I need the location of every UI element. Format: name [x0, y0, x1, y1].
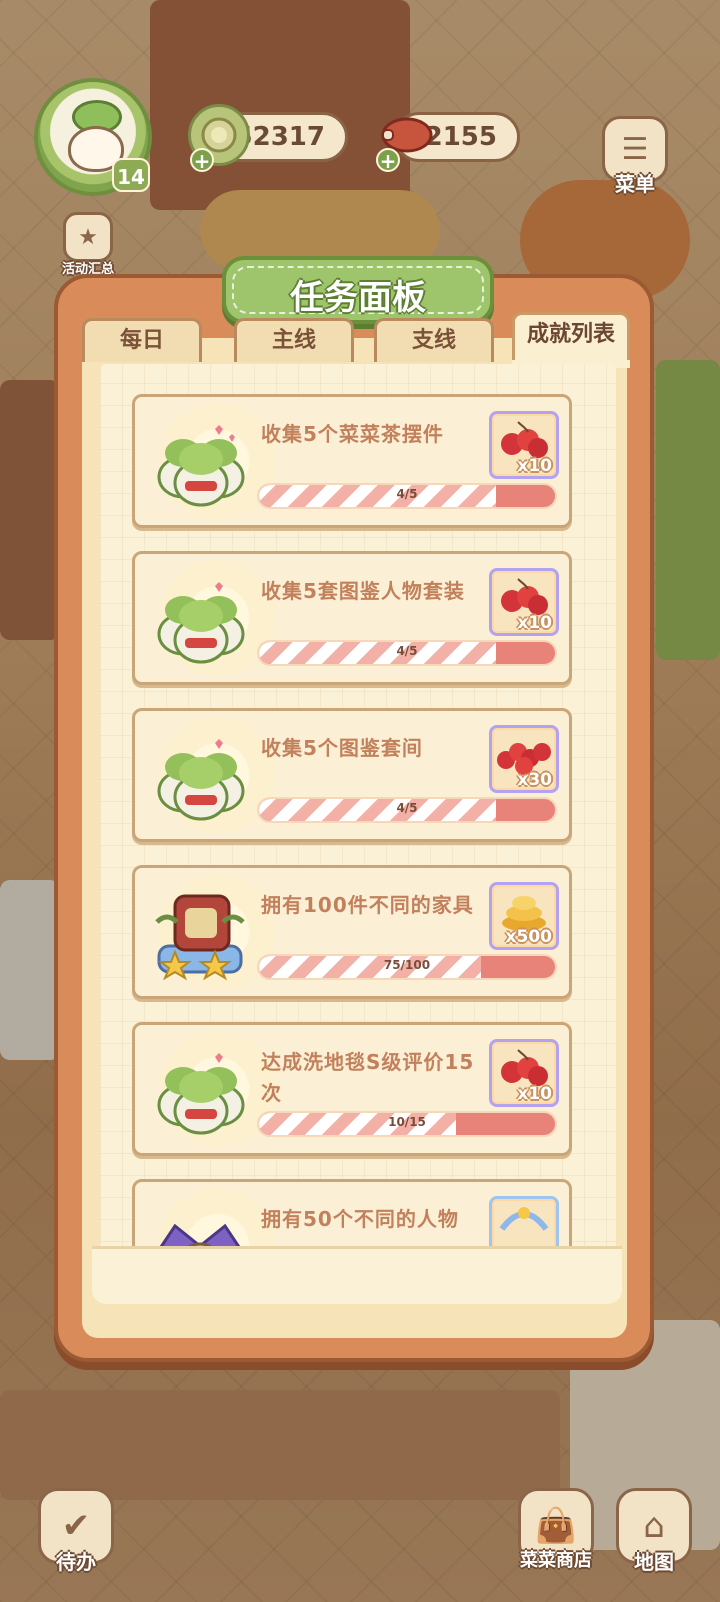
reward-count: x500 — [505, 927, 552, 947]
furniture-icon — [155, 894, 245, 981]
task-title: 收集5个菜菜茶摆件 — [261, 422, 444, 446]
reward-slot[interactable]: x500 — [489, 882, 559, 950]
add-coins-button[interactable]: + — [190, 148, 214, 172]
progress-text: 75/100 — [383, 958, 431, 972]
reward-slot[interactable]: x10 — [489, 1039, 559, 1107]
progress-bar: 75/100 — [257, 954, 557, 980]
shop-label: 菜菜商店 — [520, 1550, 592, 1571]
sprout-group-icon — [157, 1053, 245, 1135]
task-card: 拥有100件不同的家具 x500 75/100 — [132, 865, 572, 999]
task-title: 收集5个图鉴套间 — [261, 736, 423, 760]
task-list-scroll[interactable]: 收集5个菜菜茶摆件 x10 4/5 收集5套图鉴人物套装 x10 4/5 收集5… — [100, 364, 616, 1264]
map-label: 地图 — [634, 1550, 674, 1574]
panel-title-plate: 任务面板 — [222, 256, 494, 324]
menu-label: 菜单 — [615, 172, 655, 196]
sprout-group-icon — [157, 582, 245, 664]
reward-count: x10 — [517, 456, 552, 476]
task-title: 收集5套图鉴人物套装 — [261, 579, 465, 603]
progress-bar: 10/15 — [257, 1111, 557, 1137]
task-title: 拥有50个不同的人物 — [261, 1207, 459, 1231]
progress-bar: 4/5 — [257, 797, 557, 823]
panel-title: 任务面板 — [290, 278, 426, 318]
task-card: 收集5个菜菜茶摆件 x10 4/5 — [132, 394, 572, 528]
progress-text: 10/15 — [388, 1115, 426, 1129]
progress-text: 4/5 — [396, 644, 418, 658]
tab-daily[interactable]: 每日 — [82, 318, 202, 362]
tab-side[interactable]: 支线 — [374, 318, 494, 362]
progress-bar: 4/5 — [257, 640, 557, 666]
menu-button[interactable]: ☰ 菜单 — [595, 116, 675, 197]
reward-slot[interactable]: x10 — [489, 568, 559, 636]
todo-label: 待办 — [56, 1550, 96, 1574]
task-title: 拥有100件不同的家具 — [261, 893, 474, 917]
event-summary-button[interactable]: ★ 活动汇总 — [48, 212, 128, 277]
progress-text: 4/5 — [396, 801, 418, 815]
shop-button[interactable]: 👜 菜菜商店 — [504, 1488, 608, 1572]
star-icon: ★ — [63, 212, 113, 262]
sprout-group-icon — [157, 739, 245, 821]
ribbon-icon — [499, 1207, 549, 1231]
level-badge: 14 — [112, 158, 150, 192]
reward-slot[interactable]: x30 — [489, 725, 559, 793]
task-title: 达成洗地毯S级评价15次 — [261, 1050, 475, 1105]
task-card: 达成洗地毯S级评价15次 x10 10/15 — [132, 1022, 572, 1156]
task-card: 收集5个图鉴套间 x30 4/5 — [132, 708, 572, 842]
map-button[interactable]: ⌂ 地图 — [606, 1488, 702, 1575]
reward-slot[interactable]: x10 — [489, 411, 559, 479]
panel-bottom-edge — [92, 1246, 622, 1304]
progress-bar: 4/5 — [257, 483, 557, 509]
reward-count: x10 — [517, 1084, 552, 1104]
reward-count: x30 — [517, 770, 552, 790]
sprout-group-icon — [157, 425, 245, 507]
reward-count: x10 — [517, 613, 552, 633]
tab-achievements[interactable]: 成就列表 — [512, 312, 630, 368]
progress-text: 4/5 — [396, 487, 418, 501]
tab-main[interactable]: 主线 — [234, 318, 354, 362]
add-meat-button[interactable]: + — [376, 148, 400, 172]
task-card: 收集5套图鉴人物套装 x10 4/5 — [132, 551, 572, 685]
todo-button[interactable]: ✔ 待办 — [28, 1488, 124, 1575]
